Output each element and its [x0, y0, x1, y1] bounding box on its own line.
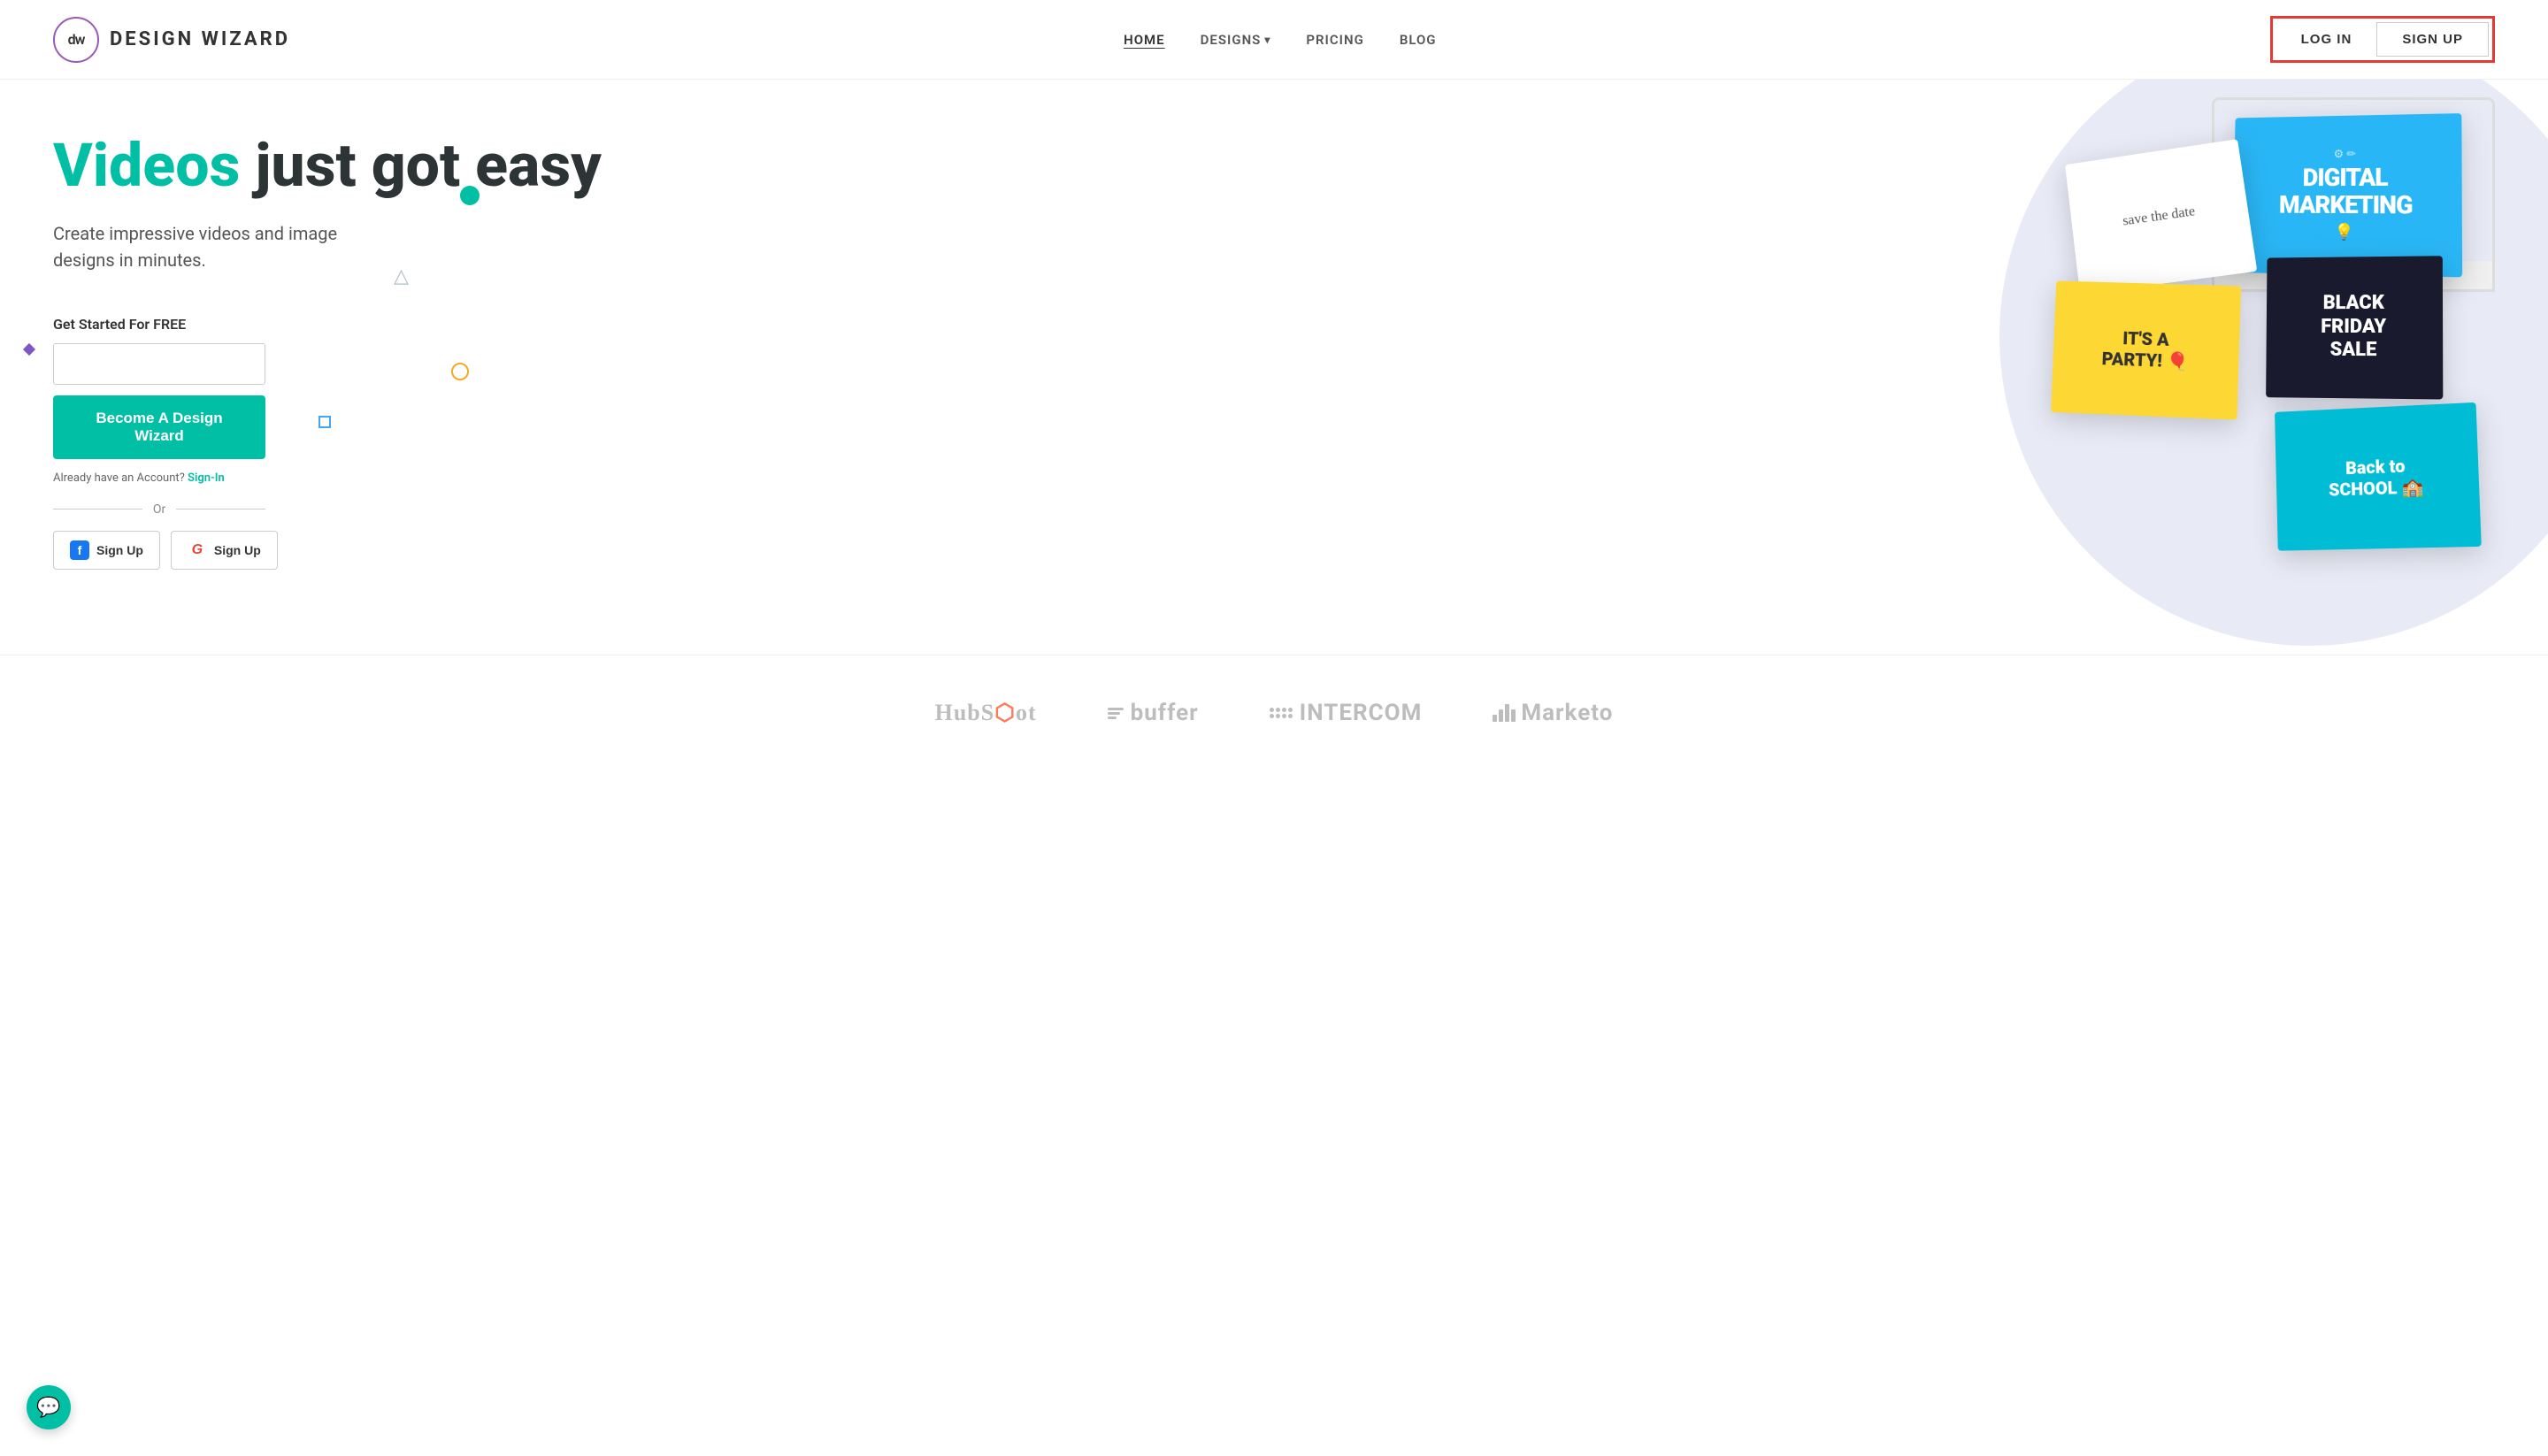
card-black-friday: BLACKFRIDAYSALE — [2266, 256, 2443, 399]
chevron-down-icon: ▾ — [1264, 34, 1270, 46]
nav-home[interactable]: HOME — [1124, 32, 1165, 48]
hero-section: △ Videos just got easy Create impressive… — [0, 80, 2548, 655]
facebook-icon: f — [70, 540, 89, 560]
main-nav: HOME DESIGNS ▾ PRICING BLOG — [1124, 32, 1436, 48]
save-date-text: save the date — [2107, 188, 2213, 245]
digital-marketing-title: DIGITALMARKETING — [2279, 165, 2413, 220]
auth-buttons-container: LOG IN SIGN UP — [2270, 16, 2495, 63]
divider-line-right — [176, 509, 265, 510]
circle-outline-decoration — [451, 363, 469, 380]
google-signup-button[interactable]: G Sign Up — [171, 531, 278, 570]
logo-area[interactable]: dw DESIGN WIZARD — [53, 17, 290, 63]
hero-title-rest: just got easy — [240, 130, 602, 201]
or-text: Or — [153, 502, 165, 517]
email-input[interactable] — [53, 343, 265, 385]
brand-marketo: Marketo — [1493, 700, 1613, 726]
party-text: IT'S APARTY! 🎈 — [2101, 326, 2190, 372]
marketo-icon — [1493, 704, 1516, 722]
chat-icon: 💬 — [36, 1397, 60, 1419]
social-signup-buttons: f Sign Up G Sign Up — [53, 531, 1348, 570]
get-started-label: Get Started For FREE — [53, 316, 1348, 333]
hero-left: △ Videos just got easy Create impressive… — [0, 80, 1401, 655]
card-save-the-date: save the date — [2065, 139, 2257, 295]
intercom-icon — [1270, 708, 1293, 718]
hero-right: ⚙ ✏ DIGITALMARKETING 💡 save the date IT'… — [1401, 80, 2548, 655]
design-cards-container: ⚙ ✏ DIGITALMARKETING 💡 save the date IT'… — [1401, 80, 2548, 655]
square-decoration — [318, 416, 331, 428]
sign-in-link[interactable]: Sign-In — [188, 471, 225, 485]
nav-pricing[interactable]: PRICING — [1306, 32, 1363, 48]
card-digital-marketing: ⚙ ✏ DIGITALMARKETING 💡 — [2232, 113, 2462, 277]
nav-blog[interactable]: BLOG — [1400, 32, 1437, 48]
diamond-decoration — [23, 343, 35, 356]
login-button[interactable]: LOG IN — [2276, 23, 2377, 56]
google-icon: G — [188, 540, 207, 560]
hero-title-highlight: Videos — [53, 130, 240, 201]
back-school-text: Back toSCHOOL 🏫 — [2328, 455, 2424, 501]
brands-section: HubS⬡ot buffer INTERCOM Marketo — [0, 655, 2548, 770]
brand-intercom: INTERCOM — [1270, 700, 1423, 726]
brand-hubspot: HubS⬡ot — [935, 700, 1037, 726]
become-design-wizard-button[interactable]: Become A Design Wizard — [53, 395, 265, 459]
black-friday-text: BLACKFRIDAYSALE — [2321, 292, 2386, 363]
hero-subtitle: Create impressive videos and image desig… — [53, 220, 389, 273]
chat-support-button[interactable]: 💬 — [27, 1385, 71, 1429]
facebook-signup-button[interactable]: f Sign Up — [53, 531, 160, 570]
header: dw DESIGN WIZARD HOME DESIGNS ▾ PRICING … — [0, 0, 2548, 80]
buffer-icon — [1108, 708, 1124, 719]
divider-line-left — [53, 509, 142, 510]
logo-text: DESIGN WIZARD — [110, 28, 290, 50]
or-divider: Or — [53, 502, 265, 517]
brand-buffer: buffer — [1108, 700, 1199, 726]
signup-button[interactable]: SIGN UP — [2376, 22, 2489, 57]
triangle-decoration: △ — [394, 265, 409, 287]
facebook-signup-label: Sign Up — [96, 543, 143, 557]
card-party: IT'S APARTY! 🎈 — [2051, 280, 2241, 419]
already-account-text: Already have an Account? Sign-In — [53, 471, 1348, 485]
hero-title: Videos just got easy — [53, 133, 1348, 199]
logo-circle: dw — [53, 17, 99, 63]
nav-designs[interactable]: DESIGNS ▾ — [1201, 32, 1271, 48]
card-back-to-school: Back toSCHOOL 🏫 — [2275, 402, 2482, 551]
google-signup-label: Sign Up — [214, 543, 261, 557]
